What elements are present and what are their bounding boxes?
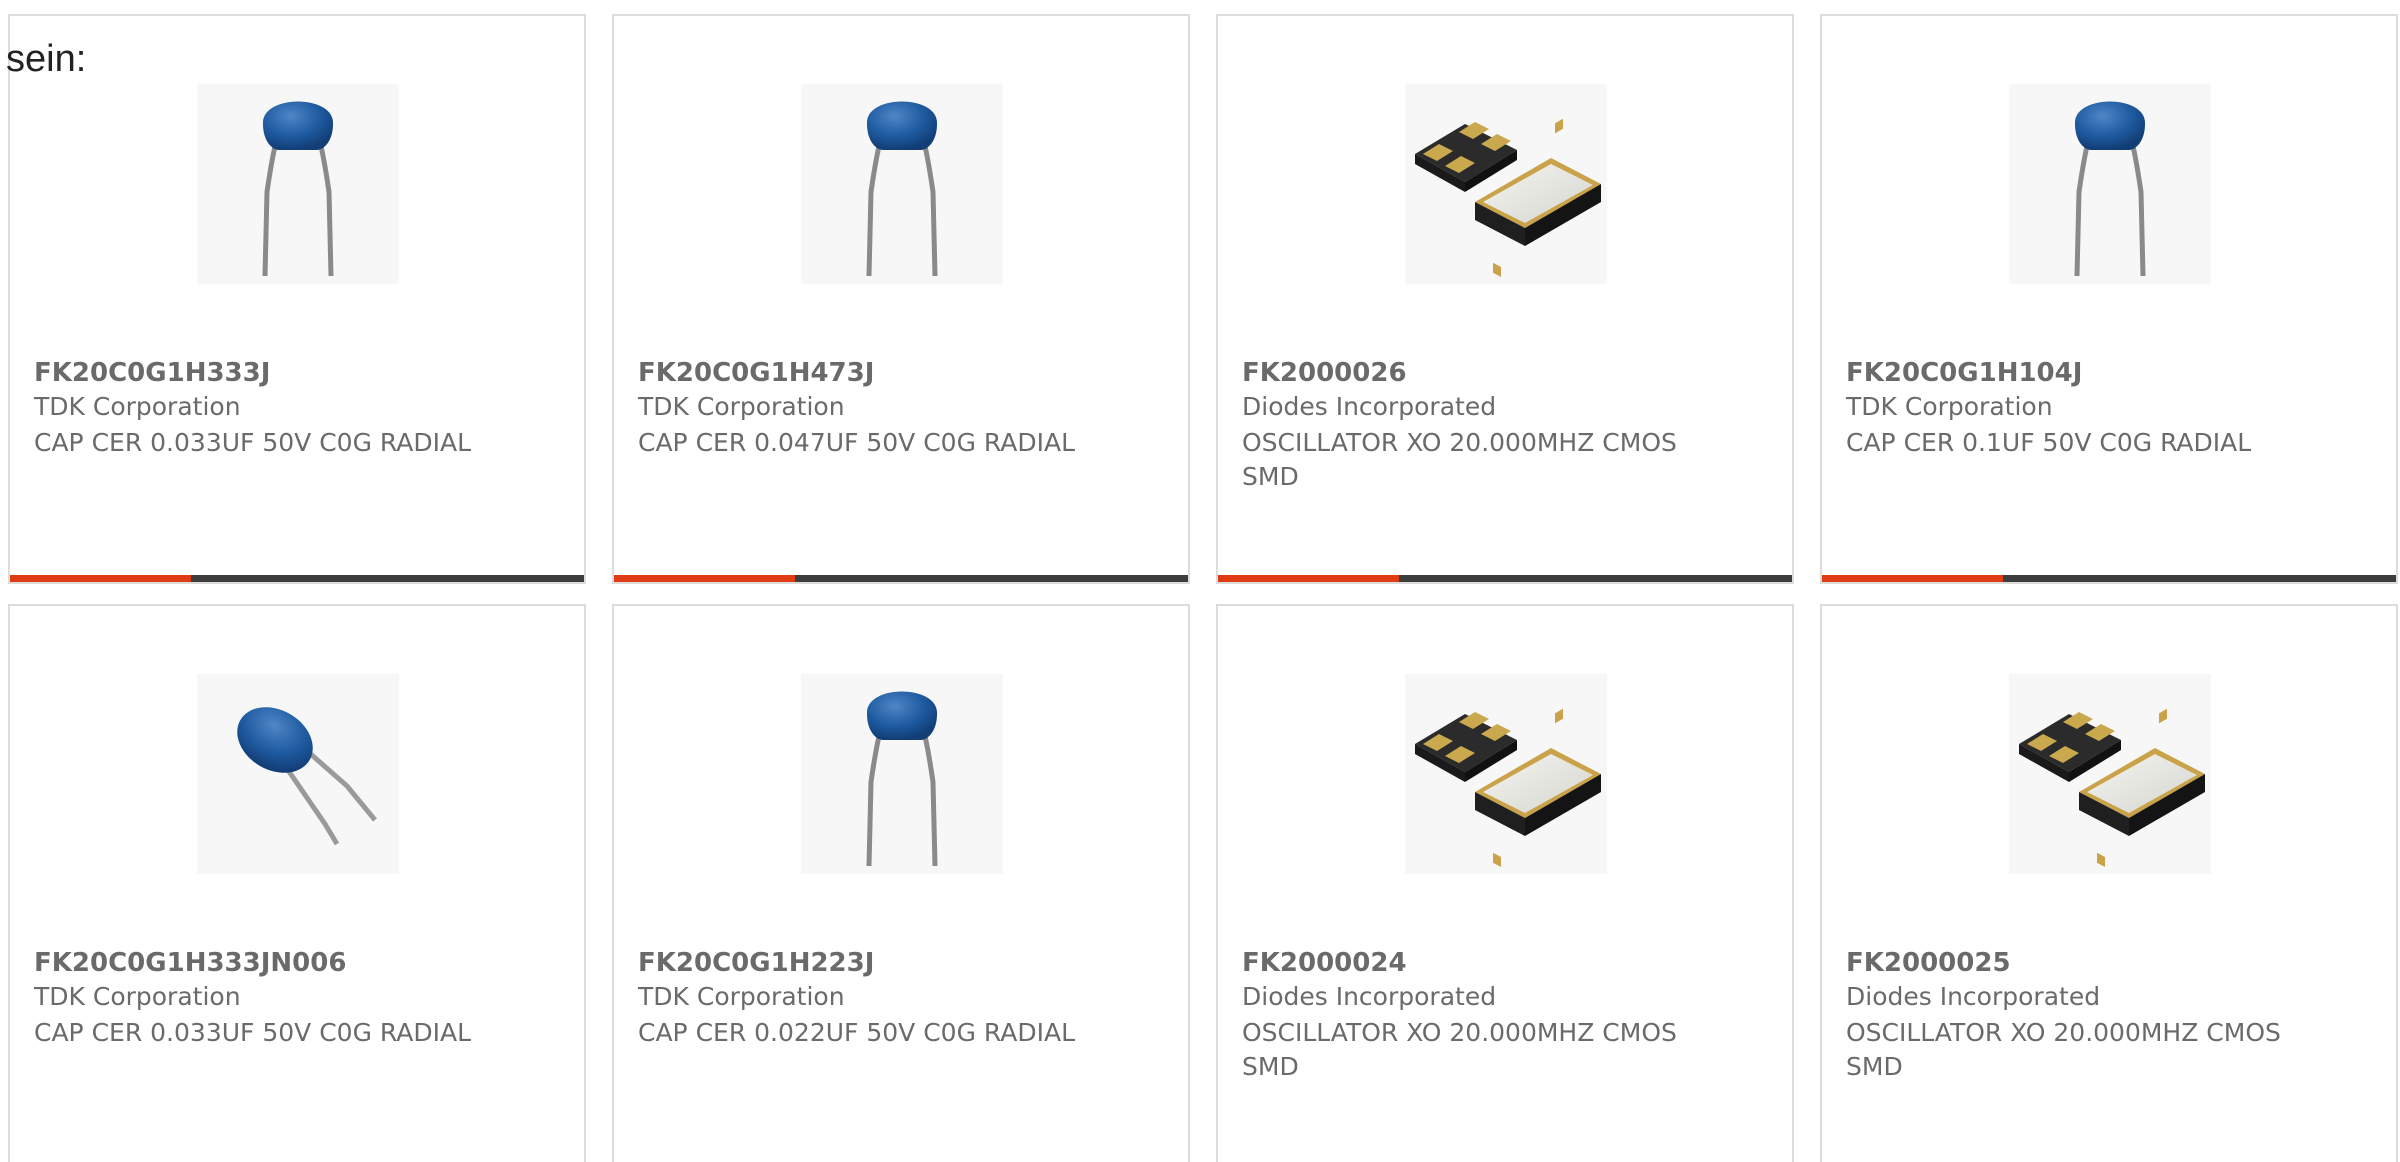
product-image[interactable] xyxy=(1405,674,1607,874)
manufacturer-name: Diodes Incorporated xyxy=(1846,982,2101,1011)
product-description: CAP CER 0.033UF 50V C0G RADIAL xyxy=(34,428,471,457)
manufacturer-name: TDK Corporation xyxy=(34,982,241,1011)
product-image[interactable] xyxy=(1405,84,1607,284)
part-number-link[interactable]: FK2000025 xyxy=(1846,948,2011,978)
part-number-link[interactable]: FK20C0G1H104J xyxy=(1846,358,2082,388)
product-description: CAP CER 0.1UF 50V C0G RADIAL xyxy=(1846,428,2252,457)
product-grid-page: sein: FK20C0G1H333J TDK Corporation CAP … xyxy=(0,0,2400,1162)
card-accent-bar xyxy=(1822,575,2396,582)
product-image[interactable] xyxy=(197,84,399,284)
part-number-link[interactable]: FK20C0G1H333J xyxy=(34,358,270,388)
part-number-link[interactable]: FK2000024 xyxy=(1242,948,1407,978)
part-number-link[interactable]: FK2000026 xyxy=(1242,358,1407,388)
card-accent-bar xyxy=(1218,575,1792,582)
product-card[interactable]: FK20C0G1H473J TDK Corporation CAP CER 0.… xyxy=(612,14,1190,584)
intro-text: sein: xyxy=(6,38,87,80)
card-accent-bar xyxy=(614,575,1188,582)
manufacturer-name: TDK Corporation xyxy=(638,392,845,421)
product-card[interactable]: FK20C0G1H333JN006 TDK Corporation CAP CE… xyxy=(8,604,586,1162)
ceramic-capacitor-icon xyxy=(197,84,399,284)
ceramic-capacitor-icon xyxy=(801,84,1003,284)
product-description: OSCILLATOR XO 20.000MHZ CMOS SMD xyxy=(1242,428,1677,491)
oscillator-chip-icon xyxy=(1415,118,1601,278)
oscillator-chip-icon xyxy=(2019,708,2205,868)
product-card[interactable]: FK20C0G1H333J TDK Corporation CAP CER 0.… xyxy=(8,14,586,584)
product-description: CAP CER 0.047UF 50V C0G RADIAL xyxy=(638,428,1075,457)
manufacturer-name: Diodes Incorporated xyxy=(1242,392,1497,421)
manufacturer-name: TDK Corporation xyxy=(638,982,845,1011)
ceramic-capacitor-icon xyxy=(2009,84,2211,284)
product-image[interactable] xyxy=(801,674,1003,874)
product-description: OSCILLATOR XO 20.000MHZ CMOS SMD xyxy=(1846,1018,2281,1081)
manufacturer-name: Diodes Incorporated xyxy=(1242,982,1497,1011)
part-number-link[interactable]: FK20C0G1H223J xyxy=(638,948,874,978)
product-image[interactable] xyxy=(2009,84,2211,284)
product-image[interactable] xyxy=(2009,674,2211,874)
manufacturer-name: TDK Corporation xyxy=(34,392,241,421)
product-card[interactable]: FK2000024 Diodes Incorporated OSCILLATOR… xyxy=(1216,604,1794,1162)
ceramic-capacitor-icon xyxy=(197,674,399,874)
part-number-link[interactable]: FK20C0G1H473J xyxy=(638,358,874,388)
product-card[interactable]: FK20C0G1H104J TDK Corporation CAP CER 0.… xyxy=(1820,14,2398,584)
product-image[interactable] xyxy=(197,674,399,874)
product-card[interactable]: FK2000025 Diodes Incorporated OSCILLATOR… xyxy=(1820,604,2398,1162)
product-description: OSCILLATOR XO 20.000MHZ CMOS SMD xyxy=(1242,1018,1677,1081)
product-image[interactable] xyxy=(801,84,1003,284)
product-description: CAP CER 0.022UF 50V C0G RADIAL xyxy=(638,1018,1075,1047)
part-number-link[interactable]: FK20C0G1H333JN006 xyxy=(34,948,346,978)
product-card[interactable]: FK2000026 Diodes Incorporated OSCILLATOR… xyxy=(1216,14,1794,584)
card-accent-bar xyxy=(10,575,584,582)
product-description: CAP CER 0.033UF 50V C0G RADIAL xyxy=(34,1018,471,1047)
ceramic-capacitor-icon xyxy=(801,674,1003,874)
manufacturer-name: TDK Corporation xyxy=(1846,392,2053,421)
product-card[interactable]: FK20C0G1H223J TDK Corporation CAP CER 0.… xyxy=(612,604,1190,1162)
oscillator-chip-icon xyxy=(1415,708,1601,868)
